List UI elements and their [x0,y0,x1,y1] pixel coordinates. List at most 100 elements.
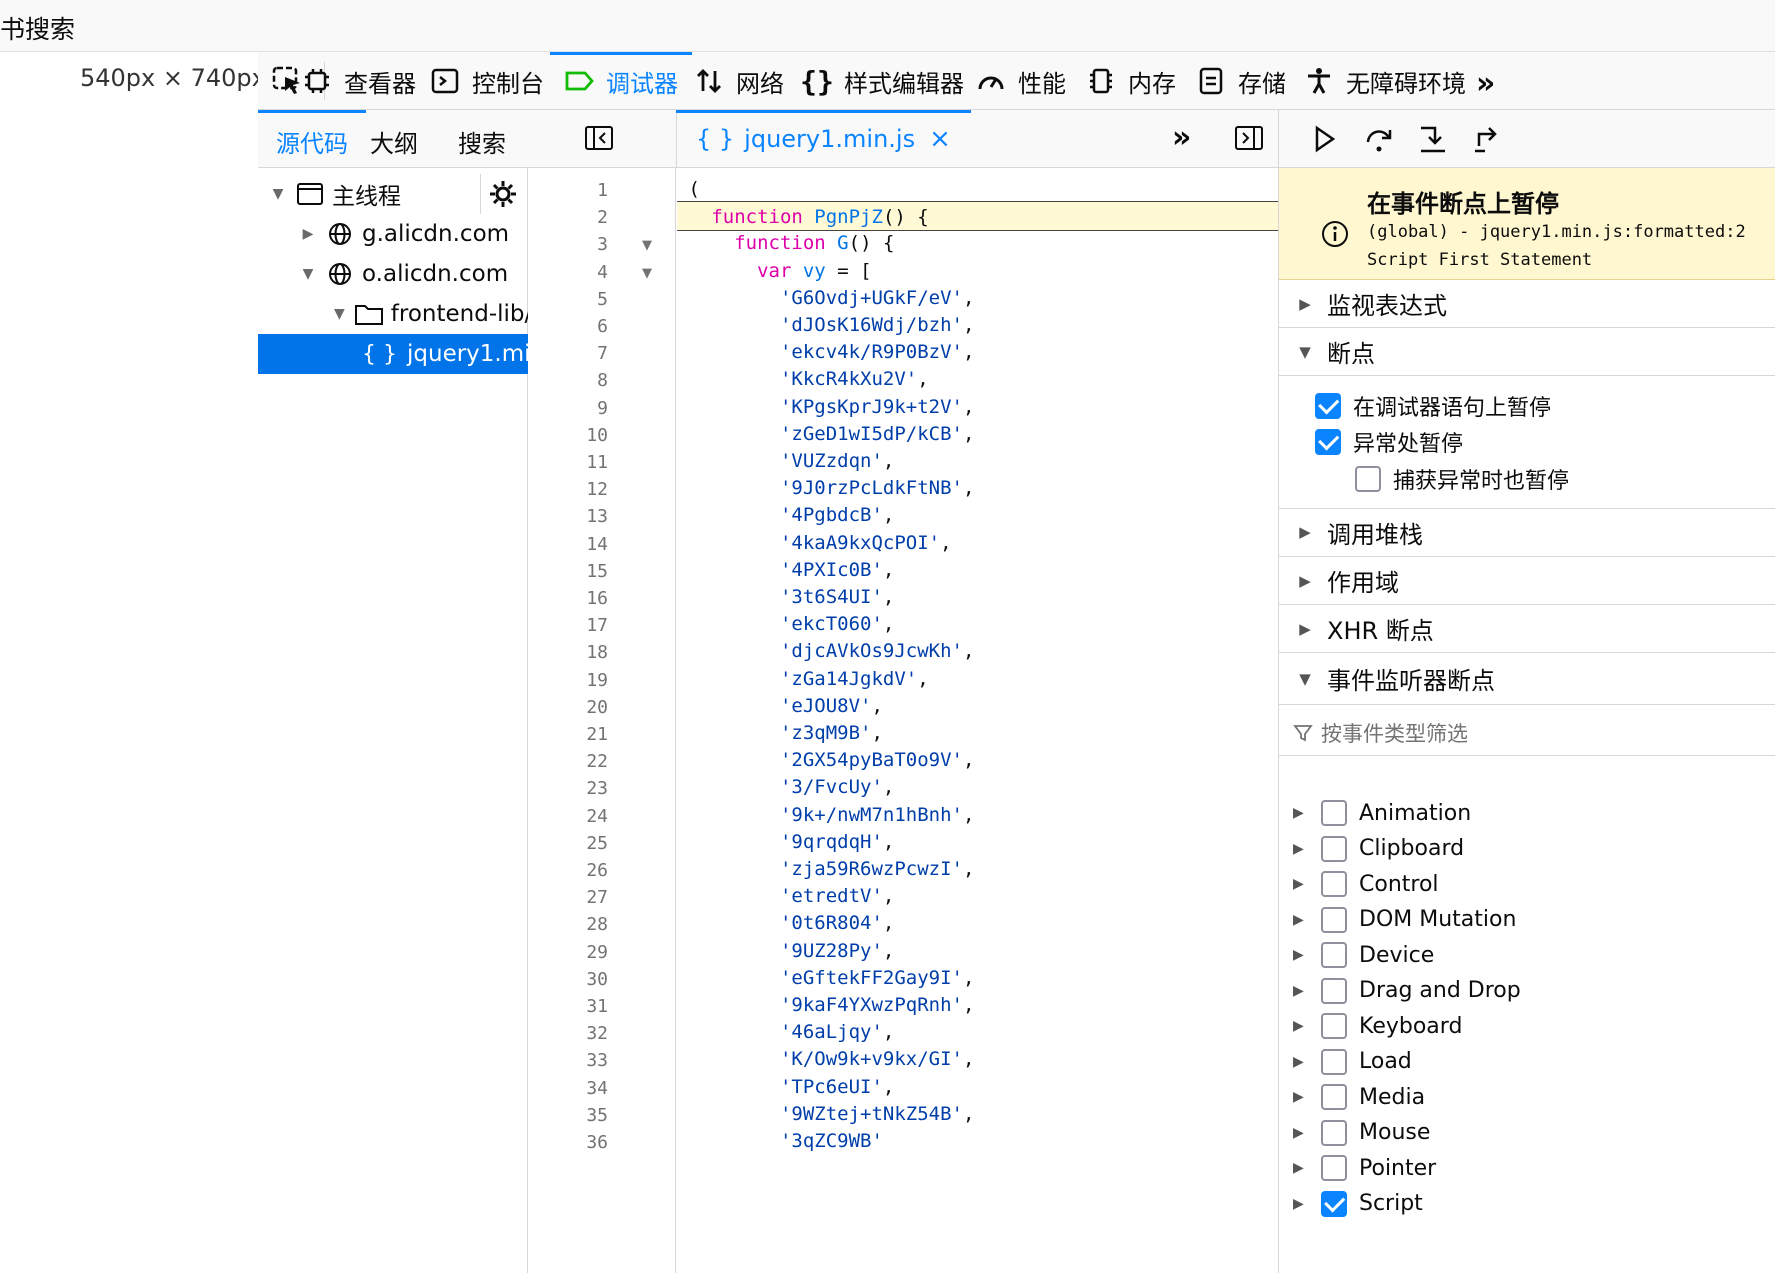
line-number[interactable]: 2 [528,207,608,228]
line-number[interactable]: 35 [528,1105,608,1126]
event-listener-breakpoints-header[interactable]: ▼ 事件监听器断点 [1279,653,1775,705]
tab-debugger[interactable]: 调试器 [550,52,692,110]
line-number[interactable]: 9 [528,398,608,419]
event-category-load[interactable]: ▶ Load [1293,1048,1412,1075]
line-number[interactable]: 29 [528,942,608,963]
tab-outline[interactable]: 大纲 [370,124,418,159]
line-number[interactable]: 36 [528,1132,608,1153]
line-number[interactable]: 25 [528,833,608,854]
line-number[interactable]: 11 [528,452,608,473]
line-number[interactable]: 18 [528,642,608,663]
event-category-pointer[interactable]: ▶ Pointer [1293,1155,1436,1181]
collapsed-triangle-icon[interactable]: ▶ [1293,947,1311,963]
tab-inspector[interactable]: 查看器 [302,52,416,110]
checkbox-unchecked[interactable] [1321,800,1347,826]
scopes-header[interactable]: ▶ 作用域 [1279,557,1775,605]
event-category-media[interactable]: ▶ Media [1293,1084,1425,1110]
tree-item-frontend-lib[interactable]: ▼ frontend-lib/ [258,294,528,334]
step-in-icon[interactable] [1417,124,1449,156]
checkbox-unchecked[interactable] [1355,466,1381,492]
line-number[interactable]: 1 [528,180,608,201]
checkbox-unchecked[interactable] [1321,942,1347,968]
event-category-clipboard[interactable]: ▶ Clipboard [1293,835,1464,862]
line-number[interactable]: 8 [528,370,608,391]
line-number[interactable]: 24 [528,806,608,827]
tab-storage[interactable]: 存储 [1196,52,1286,110]
tab-accessibility[interactable]: 无障碍环境 [1304,52,1466,110]
call-stack-header[interactable]: ▶ 调用堆栈 [1279,508,1775,557]
toolbar-overflow-icon[interactable]: » [1476,66,1495,101]
checkbox-checked[interactable] [1315,429,1341,455]
checkbox-unchecked[interactable] [1321,1084,1347,1110]
toggle-debugger-pane-icon[interactable] [1234,124,1264,154]
file-tab-jquery[interactable]: { } jquery1.min.js × [676,110,971,168]
line-number[interactable]: 13 [528,506,608,527]
fold-toggle-icon[interactable]: ▼ [642,238,652,253]
collapsed-triangle-icon[interactable]: ▶ [1293,1054,1311,1070]
collapsed-triangle-icon[interactable]: ▶ [1293,805,1311,821]
line-number[interactable]: 14 [528,534,608,555]
step-over-icon[interactable] [1363,124,1395,156]
breakpoints-header[interactable]: ▼ 断点 [1279,328,1775,376]
line-number[interactable]: 26 [528,860,608,881]
line-number[interactable]: 23 [528,778,608,799]
tree-item-g-alicdn[interactable]: ▶ g.alicdn.com [258,214,528,254]
checkbox-unchecked[interactable] [1321,1155,1347,1181]
line-number[interactable]: 27 [528,887,608,908]
line-number[interactable]: 20 [528,697,608,718]
step-out-icon[interactable] [1471,124,1503,156]
collapsed-triangle-icon[interactable]: ▶ [1293,1160,1311,1176]
checkbox-unchecked[interactable] [1321,1119,1347,1146]
tree-item-o-alicdn[interactable]: ▼ o.alicdn.com [258,254,528,294]
event-category-animation[interactable]: ▶ Animation [1293,800,1471,826]
checkbox-unchecked[interactable] [1321,835,1347,862]
line-number[interactable]: 34 [528,1078,608,1099]
line-number[interactable]: 17 [528,615,608,636]
tab-style-editor[interactable]: {} 样式编辑器 [800,52,964,110]
event-category-mouse[interactable]: ▶ Mouse [1293,1119,1430,1146]
collapsed-triangle-icon[interactable]: ▶ [1293,1125,1311,1141]
line-number[interactable]: 21 [528,724,608,745]
collapsed-triangle-icon[interactable]: ▶ [1293,1089,1311,1105]
line-number[interactable]: 4 [528,262,608,283]
tab-search[interactable]: 搜索 [458,124,506,159]
xhr-breakpoints-header[interactable]: ▶ XHR 断点 [1279,605,1775,653]
close-icon[interactable]: × [929,124,951,154]
line-number[interactable]: 10 [528,425,608,446]
tree-item-jquery-file[interactable]: { } jquery1.min.js [258,334,528,374]
tab-network[interactable]: 网络 [694,52,784,110]
toggle-sources-pane-icon[interactable] [584,124,614,154]
checkbox-unchecked[interactable] [1321,871,1347,897]
line-number[interactable]: 22 [528,751,608,772]
event-category-keyboard[interactable]: ▶ Keyboard [1293,1013,1462,1039]
line-number-gutter[interactable]: 1 2 3 ▼ 4 ▼ 5 6 7 8 9 10 11 12 13 14 15 16 17 18 19 20 21 22 23 2… [528,168,676,1273]
collapsed-triangle-icon[interactable]: ▶ [1293,983,1311,999]
collapsed-triangle-icon[interactable]: ▶ [1293,1018,1311,1034]
tree-item-main-thread[interactable]: ▼ 主线程 [258,174,480,214]
collapsed-triangle-icon[interactable]: ▶ [1293,876,1311,892]
tab-console[interactable]: 控制台 [430,52,544,110]
code-area[interactable]: ( function PgnPjZ() { function G() { var… [677,168,1278,1273]
line-number[interactable]: 28 [528,914,608,935]
line-number[interactable]: 30 [528,969,608,990]
line-number[interactable]: 12 [528,479,608,500]
line-number[interactable]: 6 [528,316,608,337]
collapsed-triangle-icon[interactable]: ▶ [1293,912,1311,928]
collapsed-triangle-icon[interactable]: ▶ [1293,1196,1311,1212]
line-number[interactable]: 33 [528,1050,608,1071]
line-number[interactable]: 32 [528,1023,608,1044]
tab-performance[interactable]: 性能 [976,52,1066,110]
event-category-script[interactable]: ▶ Script [1293,1190,1423,1217]
line-number[interactable]: 15 [528,561,608,582]
event-category-device[interactable]: ▶ Device [1293,942,1434,968]
line-number[interactable]: 3 [528,234,608,255]
fold-toggle-icon[interactable]: ▼ [642,266,652,281]
line-number[interactable]: 19 [528,670,608,691]
tabs-overflow-icon[interactable]: » [1172,120,1191,155]
pause-on-exceptions[interactable]: 异常处暂停 [1315,426,1463,458]
event-filter-input[interactable]: 按事件类型筛选 [1279,710,1775,756]
pause-on-caught-exceptions[interactable]: 捕获异常时也暂停 [1355,463,1569,495]
checkbox-unchecked[interactable] [1321,1013,1347,1039]
line-number[interactable]: 16 [528,588,608,609]
checkbox-unchecked[interactable] [1321,906,1347,933]
